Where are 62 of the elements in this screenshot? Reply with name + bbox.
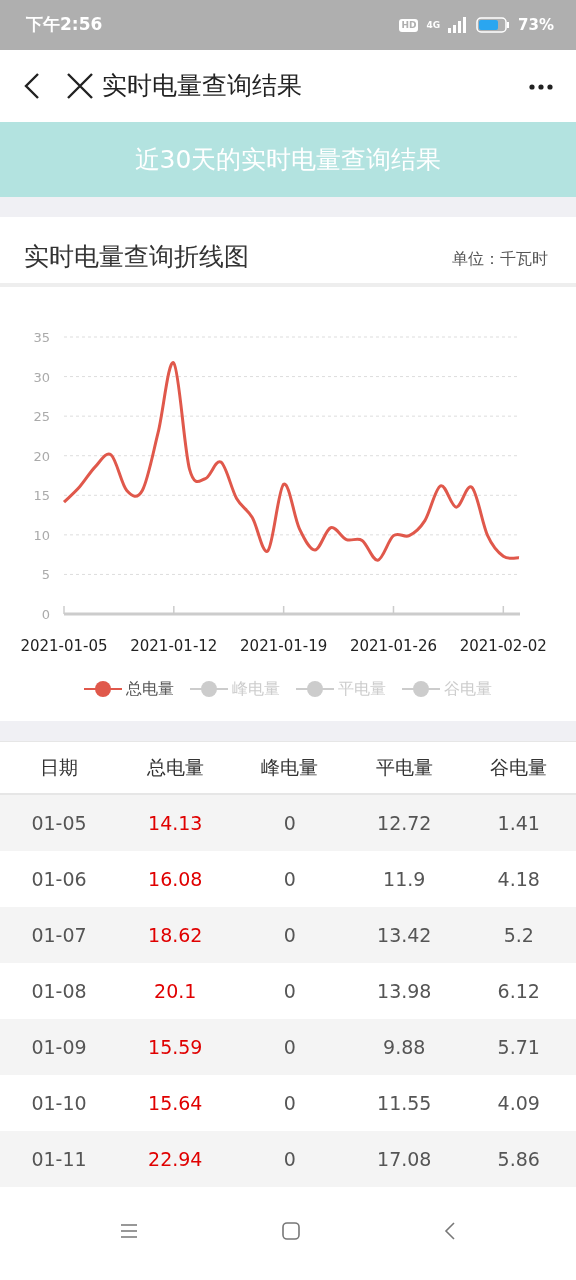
table-cell-text: 01-05 xyxy=(30,810,88,836)
x-tick-label: 2021-01-12 xyxy=(130,637,218,655)
y-tick-label: 15 xyxy=(33,488,50,504)
table-cell-text: 14.13 xyxy=(147,810,204,836)
y-tick-label: 25 xyxy=(33,409,50,425)
table-cell-text: 11.9 xyxy=(382,866,427,892)
table-cell-text: 22.94 xyxy=(147,1146,204,1172)
table-cell-text: 5.71 xyxy=(496,1034,541,1060)
battery-percent: 73% xyxy=(518,14,554,36)
table-cell-text: 15.64 xyxy=(147,1090,204,1116)
status-time: 下午2:56 xyxy=(26,13,103,37)
table-cell-text: 6.12 xyxy=(496,978,541,1004)
y-tick-label: 5 xyxy=(41,567,50,583)
column-header: 平电量 xyxy=(374,755,434,781)
column-header: 日期 xyxy=(39,755,79,781)
y-tick-label: 35 xyxy=(33,330,50,345)
column-header: 峰电量 xyxy=(260,755,320,781)
y-tick-label: 10 xyxy=(33,527,50,543)
page-title: 实时电量查询结果 xyxy=(102,70,303,103)
table-cell-text: 17.08 xyxy=(376,1146,433,1172)
table-cell-text: 0 xyxy=(282,978,297,1004)
column-header: 总电量 xyxy=(145,755,205,781)
network-label: 4G xyxy=(426,20,441,30)
table-cell-text: 0 xyxy=(282,1034,297,1060)
table-cell-text: 01-11 xyxy=(30,1146,88,1172)
y-tick-label: 30 xyxy=(33,369,50,385)
table-cell-text: 0 xyxy=(282,866,297,892)
x-tick-label: 2021-01-05 xyxy=(20,637,108,655)
table-cell-text: 01-10 xyxy=(30,1090,88,1116)
table-cell-text: 20.1 xyxy=(153,978,198,1004)
table-cell-text: 01-06 xyxy=(30,866,88,892)
y-tick-label: 0 xyxy=(41,607,50,622)
table-cell-text: 13.42 xyxy=(376,922,433,948)
x-tick-label: 2021-01-19 xyxy=(240,637,328,655)
legend-item[interactable]: 总电量 xyxy=(84,677,174,701)
y-tick-label: 20 xyxy=(33,448,50,464)
hd-badge: HD xyxy=(399,18,419,32)
chart-title: 实时电量查询折线图 xyxy=(24,240,249,273)
table-cell-text: 01-09 xyxy=(30,1034,88,1060)
table-cell-text: 9.88 xyxy=(382,1034,427,1060)
table-cell-text: 5.86 xyxy=(496,1146,541,1172)
table-cell-text: 11.55 xyxy=(376,1090,433,1116)
table-cell-text: 0 xyxy=(282,1146,297,1172)
table-cell-text: 4.09 xyxy=(496,1090,541,1116)
x-tick-label: 2021-01-26 xyxy=(349,637,438,655)
table-cell-text: 5.2 xyxy=(502,922,535,948)
table-cell-text: 18.62 xyxy=(147,922,204,948)
table-cell-text: 12.72 xyxy=(376,810,433,836)
table-cell-text: 0 xyxy=(282,1090,297,1116)
table-cell-text: 16.08 xyxy=(147,866,204,892)
table-cell-text: 01-08 xyxy=(30,978,88,1004)
table-cell-text: 0 xyxy=(282,810,297,836)
x-tick-label: 2021-02-02 xyxy=(459,637,547,655)
column-header: 谷电量 xyxy=(489,755,549,781)
table-cell-text: 01-07 xyxy=(30,922,88,948)
unit-label: 单位：千瓦时 xyxy=(452,248,548,270)
banner-text: 近30天的实时电量查询结果 xyxy=(134,143,442,176)
table-cell-text: 15.59 xyxy=(147,1034,204,1060)
table-cell-text: 4.18 xyxy=(496,866,541,892)
table-cell-text: 1.41 xyxy=(496,810,541,836)
table-cell-text: 13.98 xyxy=(376,978,433,1004)
table-cell-text: 0 xyxy=(282,922,297,948)
